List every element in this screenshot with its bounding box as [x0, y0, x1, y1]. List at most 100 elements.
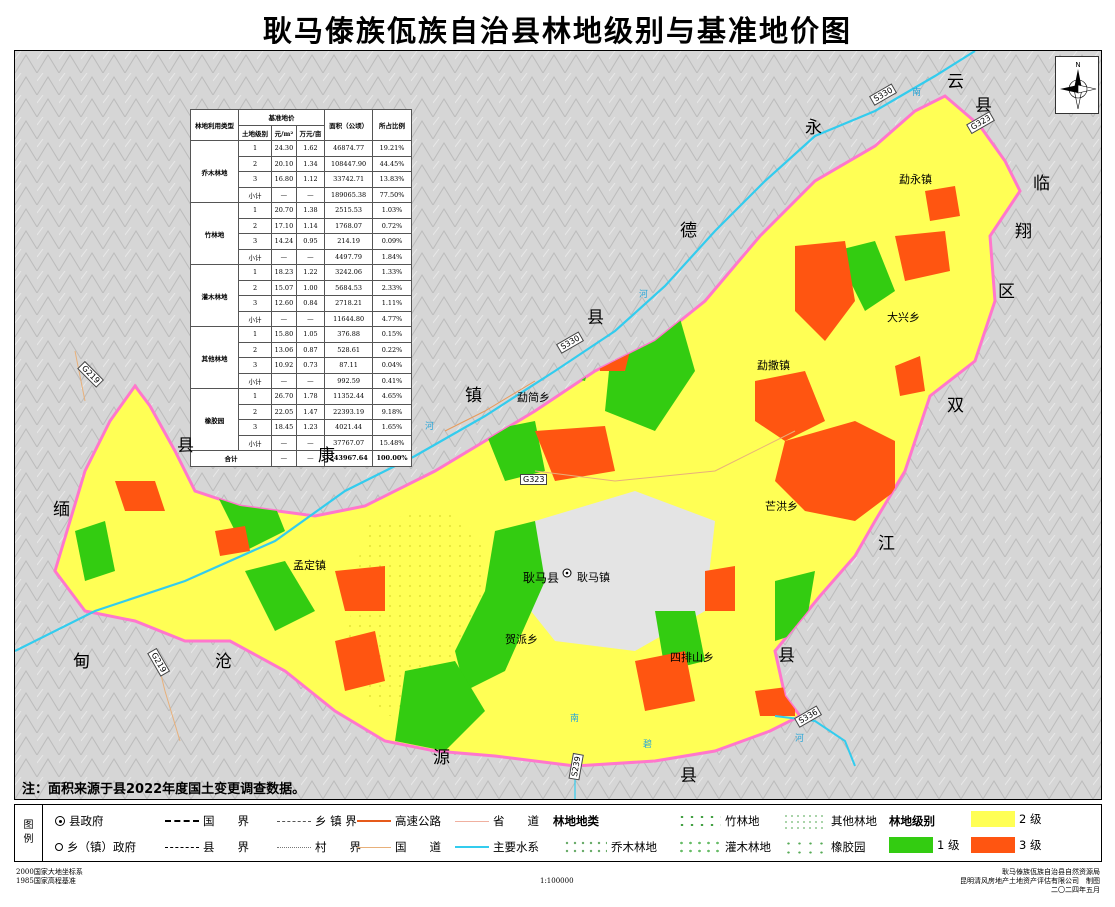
label-shuang: 双	[947, 396, 964, 416]
table-row: 橡胶园 1 26.70 1.78 11352.44 4.65%	[190, 388, 412, 451]
table-cell: 1	[237, 264, 273, 281]
label-gengma-county: 耿马县	[523, 571, 560, 585]
legend-head: 图 例	[15, 805, 43, 861]
table-cell: 1.11%	[372, 295, 412, 312]
legend-grade-title: 林地级别	[889, 814, 935, 828]
table-cell: 12.60	[271, 295, 297, 312]
table-landuse-type: 灌木林地	[190, 264, 239, 327]
label-mengding: 孟定镇	[293, 559, 326, 572]
grade2-swatch	[971, 811, 1015, 827]
th-landuse: 林地利用类型	[190, 109, 239, 141]
legend-village-border: 村 界	[277, 839, 361, 855]
label-hepai: 贺派乡	[505, 633, 538, 646]
table-cell: 2	[237, 403, 273, 420]
legend-bamboo: 竹林地	[677, 813, 760, 829]
river-label-nan-2: 南	[570, 714, 580, 724]
label-yun: 云	[947, 72, 964, 92]
table-cell: 4021.44	[324, 419, 374, 436]
table-cell: 1.78	[295, 388, 326, 405]
river-label-bi: 碧	[643, 740, 653, 750]
table-cell: 18.23	[271, 264, 297, 281]
table-cell: —	[271, 310, 297, 327]
table-cell: 17.10	[271, 217, 297, 234]
label-gengma-town: 耿马镇	[577, 571, 610, 584]
legend-national-border: 国 界	[165, 813, 249, 829]
table-cell: 小计	[237, 310, 273, 327]
label-xian-2: 县	[587, 308, 604, 328]
label-sipaishan: 四排山乡	[670, 651, 714, 664]
table-cell: 87.11	[324, 357, 374, 374]
table-cell: 1	[237, 202, 273, 219]
label-xiang: 翔	[1015, 222, 1032, 242]
table-cell: 1	[237, 388, 273, 405]
label-dian: 甸	[73, 652, 90, 672]
table-cell: 376.88	[324, 326, 374, 343]
table-cell: 15.80	[271, 326, 297, 343]
legend-national-road: 国 道	[357, 839, 441, 855]
table-cell: —	[271, 248, 297, 265]
table-cell: 3	[237, 233, 273, 250]
table-cell: 2515.53	[324, 202, 374, 219]
table-cell: 1.84%	[372, 248, 412, 265]
table-cell: 0.73	[295, 357, 326, 374]
table-cell: 2	[237, 341, 273, 358]
table-cell: 1.33%	[372, 264, 412, 281]
table-cell: 1.05	[295, 326, 326, 343]
map-title: 耿马傣族佤族自治县林地级别与基准地价图	[262, 14, 852, 48]
table-row: 灌木林地 1 18.23 1.22 3242.06 1.33%	[190, 264, 412, 327]
table-cell: 1	[237, 326, 273, 343]
table-cell: 11352.44	[324, 388, 374, 405]
footer-date: 二〇二四年五月	[1051, 886, 1100, 894]
label-qu: 区	[998, 282, 1015, 302]
map-canvas	[15, 51, 1101, 799]
footer-coord-system: 2000国家大地坐标系	[16, 868, 83, 876]
table-cell: 0.15%	[372, 326, 412, 343]
legend-town-border: 乡 镇 界	[277, 813, 357, 829]
table-row: 乔木林地 1 24.30 1.62 46874.77 19.21%	[190, 140, 412, 203]
table-cell: 4.65%	[372, 388, 412, 405]
label-manghong: 芒洪乡	[765, 500, 798, 513]
legend-shrub: 灌木林地	[677, 839, 771, 855]
table-cell: 992.59	[324, 372, 374, 389]
label-xian-5: 县	[778, 646, 795, 666]
label-lin: 临	[1033, 174, 1050, 194]
land-price-table: 林地利用类型 基准地价 面积（公顷） 所占比例 土地级别 元/m² 万元/亩 乔…	[189, 109, 412, 467]
table-cell: 108447.90	[324, 155, 374, 172]
table-cell: 14.24	[271, 233, 297, 250]
table-cell: 2	[237, 279, 273, 296]
legend-grade-1: 1 级	[889, 837, 959, 853]
table-cell: —	[271, 434, 297, 451]
table-cell: 3	[237, 295, 273, 312]
table-landuse-type: 竹林地	[190, 202, 239, 265]
total-label: 合计	[189, 450, 273, 467]
source-note: 注：面积来源于县2022年度国土变更调查数据。	[22, 782, 306, 797]
label-mian: 缅	[53, 500, 70, 520]
table-landuse-type: 其他林地	[190, 326, 239, 389]
table-cell: 0.22%	[372, 341, 412, 358]
table-cell: 20.10	[271, 155, 297, 172]
table-cell: 1.12	[295, 171, 326, 188]
table-cell: 1.03%	[372, 202, 412, 219]
label-kang: 康	[318, 446, 335, 466]
label-mengyong: 勐永镇	[899, 173, 932, 186]
table-cell: 214.19	[324, 233, 374, 250]
table-landuse-type: 橡胶园	[190, 388, 239, 451]
label-jiang: 江	[878, 534, 895, 554]
footer-agency: 耿马傣族佤族自治县自然资源局	[1002, 868, 1100, 876]
label-yuan: 源	[433, 748, 450, 768]
table-cell: 13.83%	[372, 171, 412, 188]
legend-water: 主要水系	[455, 839, 539, 855]
table-cell: 9.18%	[372, 403, 412, 420]
table-cell: 11644.80	[324, 310, 374, 327]
legend-arbor: 乔木林地	[563, 839, 657, 855]
total-ratio: 100.00%	[372, 450, 412, 467]
table-cell: 4497.79	[324, 248, 374, 265]
legend-expressway: 高速公路	[357, 813, 441, 829]
table-cell: 13.06	[271, 341, 297, 358]
table-cell: 1.62	[295, 140, 326, 157]
table-cell: 22393.19	[324, 403, 374, 420]
river-label-he-3: 河	[795, 734, 805, 744]
north-arrow: N	[1055, 56, 1099, 114]
table-cell: 77.50%	[372, 186, 412, 203]
table-cell: —	[271, 372, 297, 389]
